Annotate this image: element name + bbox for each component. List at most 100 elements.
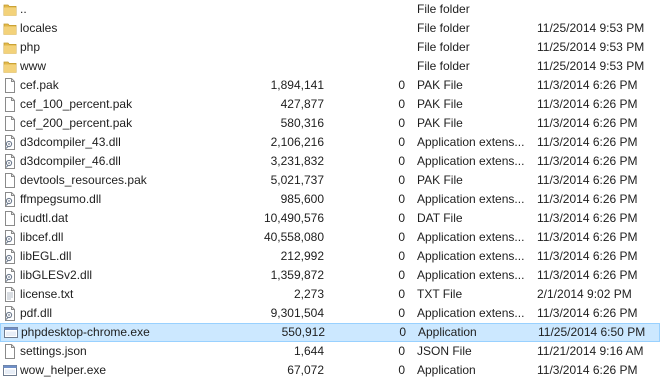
file-size: 9,301,504 [270, 306, 324, 320]
file-modified: 11/3/2014 6:26 PM [537, 192, 638, 206]
file-type: File folder [417, 40, 470, 54]
file-modified: 11/3/2014 6:26 PM [537, 249, 638, 263]
file-name: libEGL.dll [20, 249, 72, 263]
file-modified: 11/25/2014 6:50 PM [538, 325, 646, 339]
file-row[interactable]: .. File folder [0, 0, 660, 19]
file-row[interactable]: settings.json 1,644 0 JSON File 11/21/2014 9… [0, 342, 660, 361]
file-packed-size: 0 [398, 211, 405, 225]
file-name: www [20, 59, 46, 73]
file-size: 2,106,216 [270, 135, 324, 149]
file-row[interactable]: locales File folder 11/25/2014 9:53 PM [0, 19, 660, 38]
file-name: wow_helper.exe [20, 363, 107, 377]
file-modified: 11/3/2014 6:26 PM [537, 78, 638, 92]
file-modified: 11/3/2014 6:26 PM [537, 135, 638, 149]
file-type: Application extens... [417, 249, 525, 263]
file-row[interactable]: phpdesktop-chrome.exe 550,912 0 Application… [0, 323, 660, 342]
file-row[interactable]: libGLESv2.dll 1,359,872 0 Application exten… [0, 266, 660, 285]
file-packed-size [330, 0, 405, 19]
file-packed-size [330, 19, 405, 38]
file-size: 1,894,141 [270, 78, 324, 92]
file-packed-size: 0 [398, 78, 405, 92]
file-size: 212,992 [280, 249, 324, 263]
file-row[interactable]: cef_100_percent.pak 427,877 0 PAK File 11/3/… [0, 95, 660, 114]
file-type: Application extens... [417, 154, 525, 168]
file-size: 580,316 [280, 116, 324, 130]
text-file-icon [3, 287, 17, 302]
file-row[interactable]: ffmpegsumo.dll 985,600 0 Application extens… [0, 190, 660, 209]
file-type: File folder [417, 21, 470, 35]
file-modified: 11/3/2014 6:26 PM [537, 173, 638, 187]
file-size: 1,359,872 [270, 268, 324, 282]
file-type: JSON File [417, 344, 472, 358]
file-packed-size: 0 [398, 154, 405, 168]
file-packed-size: 0 [398, 249, 405, 263]
file-icon [3, 116, 17, 131]
file-size: 3,231,832 [270, 154, 324, 168]
folder-icon [3, 40, 17, 55]
file-row[interactable]: icudtl.dat 10,490,576 0 DAT File 11/3/2014 6… [0, 209, 660, 228]
dll-icon [3, 230, 17, 245]
file-modified: 11/3/2014 6:26 PM [537, 211, 638, 225]
file-packed-size: 0 [398, 97, 405, 111]
file-name: d3dcompiler_46.dll [20, 154, 121, 168]
file-row[interactable]: devtools_resources.pak 5,021,737 0 PAK File… [0, 171, 660, 190]
file-size: 427,877 [280, 97, 324, 111]
file-row[interactable]: libcef.dll 40,558,080 0 Application extens.… [0, 228, 660, 247]
folder-icon [3, 2, 17, 17]
file-type: Application extens... [417, 192, 525, 206]
file-modified: 11/25/2014 9:53 PM [537, 40, 645, 54]
file-modified: 11/21/2014 9:16 AM [537, 344, 644, 358]
dll-icon [3, 268, 17, 283]
dll-icon [3, 135, 17, 150]
file-name: pdf.dll [20, 306, 53, 320]
file-modified: 2/1/2014 9:02 PM [537, 287, 632, 301]
file-icon [3, 173, 17, 188]
file-packed-size: 0 [398, 287, 405, 301]
file-modified: 11/3/2014 6:26 PM [537, 306, 638, 320]
file-row[interactable]: wow_helper.exe 67,072 0 Application 11/3/201… [0, 361, 660, 380]
file-list: .. File folder locales File folder 11/25/201… [0, 0, 660, 389]
file-row[interactable]: d3dcompiler_43.dll 2,106,216 0 Application … [0, 133, 660, 152]
file-packed-size: 0 [398, 268, 405, 282]
file-name: devtools_resources.pak [20, 173, 147, 187]
file-type: PAK File [417, 97, 463, 111]
file-size [252, 0, 324, 19]
file-name: cef.pak [20, 78, 59, 92]
file-row[interactable]: license.txt 2,273 0 TXT File 2/1/2014 9:02 P… [0, 285, 660, 304]
file-row[interactable]: www File folder 11/25/2014 9:53 PM [0, 57, 660, 76]
file-modified: 11/3/2014 6:26 PM [537, 230, 638, 244]
exe-icon [3, 363, 17, 378]
file-size: 1,644 [293, 344, 324, 358]
file-type: TXT File [417, 287, 463, 301]
exe-icon [4, 325, 18, 340]
file-name: phpdesktop-chrome.exe [21, 325, 150, 339]
file-size: 40,558,080 [263, 230, 324, 244]
file-type: File folder [417, 2, 470, 16]
file-row[interactable]: libEGL.dll 212,992 0 Application extens... 1… [0, 247, 660, 266]
file-packed-size: 0 [398, 173, 405, 187]
file-row[interactable]: d3dcompiler_46.dll 3,231,832 0 Application … [0, 152, 660, 171]
file-packed-size: 0 [398, 230, 405, 244]
dll-icon [3, 306, 17, 321]
folder-icon [3, 21, 17, 36]
file-packed-size: 0 [398, 116, 405, 130]
file-name: ffmpegsumo.dll [20, 192, 102, 206]
file-name: libGLESv2.dll [20, 268, 93, 282]
file-icon [3, 78, 17, 93]
file-name: locales [20, 21, 58, 35]
file-type: PAK File [417, 116, 463, 130]
file-row[interactable]: pdf.dll 9,301,504 0 Application extens... 11… [0, 304, 660, 323]
file-name: license.txt [20, 287, 74, 301]
file-modified: 11/3/2014 6:26 PM [537, 116, 638, 130]
dll-icon [3, 154, 17, 169]
file-icon [3, 211, 17, 226]
folder-icon [3, 59, 17, 74]
file-type: Application extens... [417, 230, 525, 244]
file-row[interactable]: cef_200_percent.pak 580,316 0 PAK File 11/3/… [0, 114, 660, 133]
file-modified: 11/25/2014 9:53 PM [537, 21, 645, 35]
file-row[interactable]: php File folder 11/25/2014 9:53 PM [0, 38, 660, 57]
file-size: 10,490,576 [263, 211, 324, 225]
file-packed-size [330, 38, 405, 57]
file-type: File folder [417, 59, 470, 73]
file-row[interactable]: cef.pak 1,894,141 0 PAK File 11/3/2014 6:26 … [0, 76, 660, 95]
